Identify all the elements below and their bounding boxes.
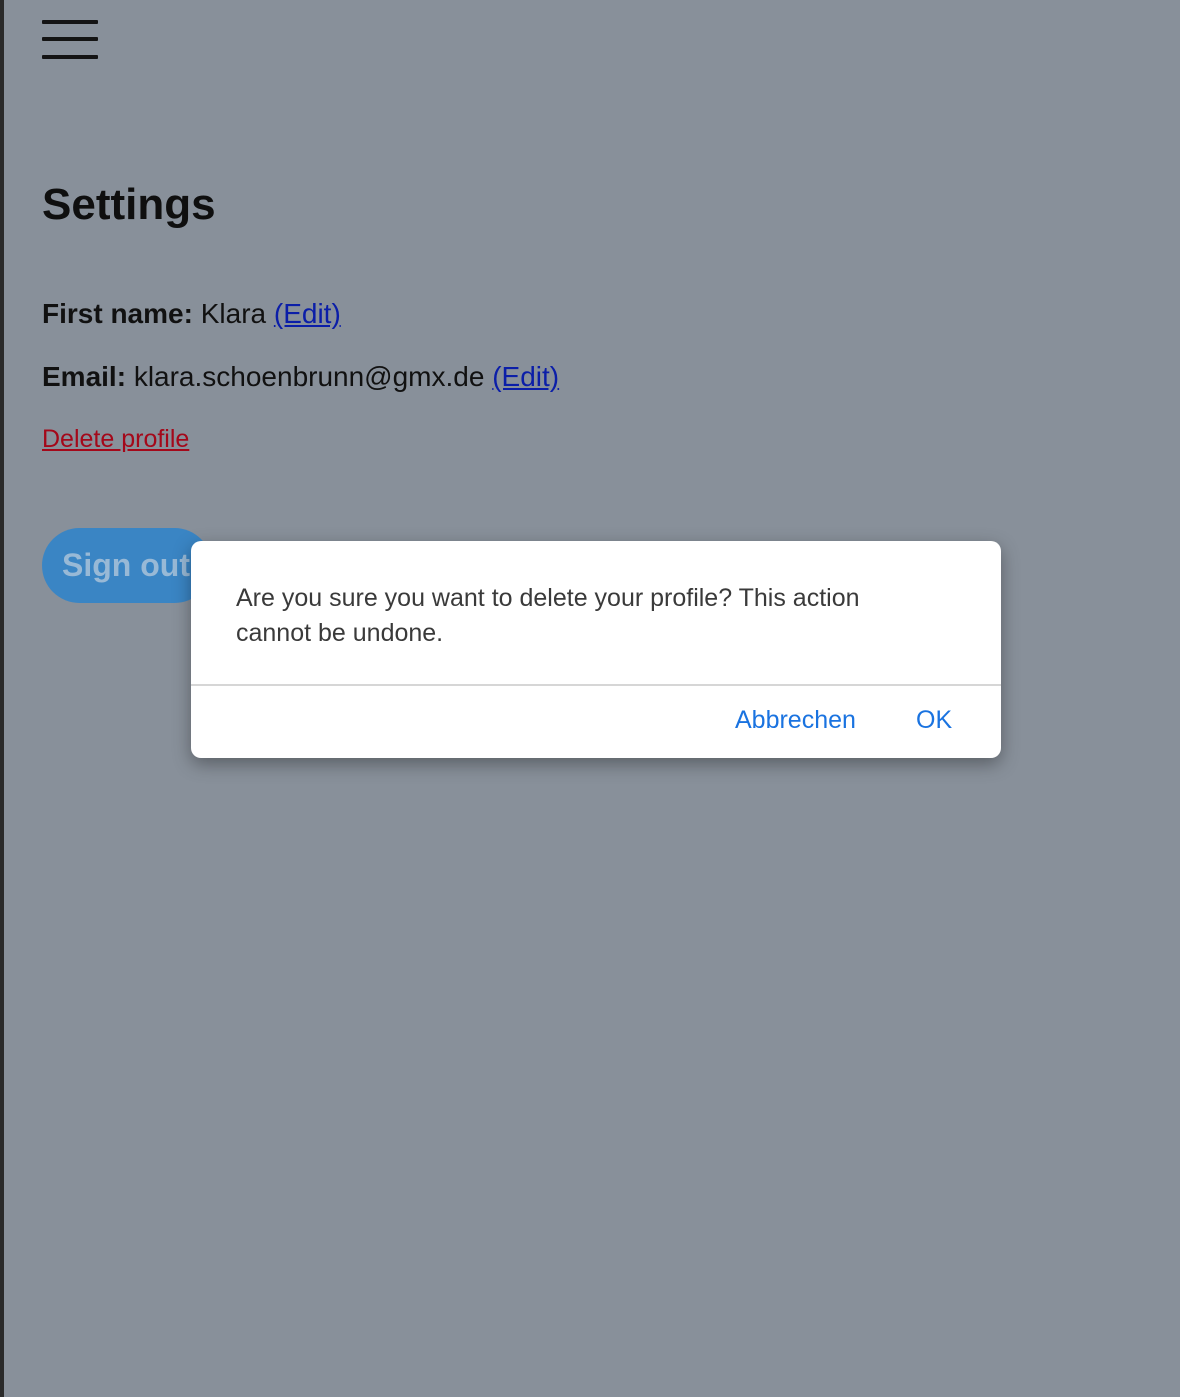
delete-profile-link[interactable]: Delete profile <box>42 425 189 454</box>
dialog-message: Are you sure you want to delete your pro… <box>236 584 860 647</box>
hamburger-bar <box>42 55 98 59</box>
first-name-label: First name: <box>42 298 193 329</box>
sign-out-button[interactable]: Sign out <box>42 528 212 603</box>
ok-button[interactable]: OK <box>916 706 952 735</box>
dialog-divider <box>191 684 1001 686</box>
hamburger-menu-icon[interactable] <box>42 20 98 62</box>
hamburger-bar <box>42 37 98 41</box>
edit-email-link[interactable]: (Edit) <box>492 361 559 392</box>
edit-first-name-link[interactable]: (Edit) <box>274 298 341 329</box>
first-name-row: First name: Klara (Edit) <box>42 298 341 330</box>
cancel-button[interactable]: Abbrechen <box>735 706 856 735</box>
email-label: Email: <box>42 361 127 392</box>
browser-window: Settings First name: Klara (Edit) Email:… <box>0 0 1180 1397</box>
first-name-value: Klara <box>200 298 267 329</box>
page-title: Settings <box>42 180 216 229</box>
hamburger-bar <box>42 20 98 24</box>
email-row: Email: klara.schoenbrunn@gmx.de (Edit) <box>42 361 559 393</box>
email-value: klara.schoenbrunn@gmx.de <box>133 361 485 392</box>
confirm-dialog: Are you sure you want to delete your pro… <box>191 541 1001 758</box>
